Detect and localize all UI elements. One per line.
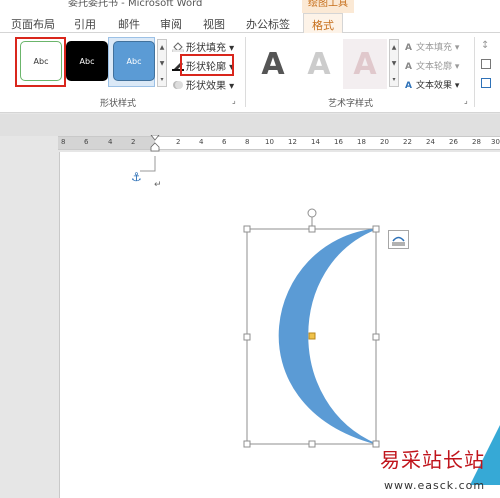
tab-page-layout[interactable]: 页面布局 [11, 16, 55, 32]
paint-bucket-icon [172, 42, 184, 52]
wordart-launcher-icon[interactable]: ⌟ [464, 96, 468, 105]
resize-handle[interactable] [243, 440, 251, 448]
rotation-handle-icon[interactable] [307, 208, 317, 218]
ruler-tick: 30 [491, 138, 500, 146]
wordart-style-1[interactable]: A [251, 39, 295, 89]
text-effects-label: 文本效果 [416, 81, 453, 91]
highlight-box-style [15, 37, 66, 87]
text-outline-icon: A [405, 62, 412, 72]
resize-handle[interactable] [308, 440, 316, 448]
ruler-tick: 22 [403, 138, 412, 146]
text-effects-icon: A [405, 81, 412, 91]
tab-mailings[interactable]: 邮件 [118, 16, 140, 32]
ribbon-tabs: 页面布局 引用 邮件 审阅 视图 办公标签 格式 [0, 13, 500, 34]
scroll-down-icon[interactable]: ▼ [158, 56, 166, 72]
ruler-tick: 2 [131, 138, 136, 146]
tab-office-tabs[interactable]: 办公标签 [246, 16, 290, 32]
tab-format[interactable]: 格式 [303, 13, 343, 34]
styles-gallery-scroll[interactable]: ▲ ▼ ▾ [157, 39, 167, 87]
layout-options-button[interactable] [388, 230, 409, 249]
more-icon[interactable]: ▾ [158, 72, 166, 88]
wordart-group-label: 艺术字样式 [328, 99, 374, 109]
ruler-tick: 6 [222, 138, 227, 146]
scroll-up-icon[interactable]: ▲ [158, 40, 166, 56]
tab-references[interactable]: 引用 [74, 16, 96, 32]
group-separator [474, 37, 475, 107]
text-fill-button[interactable]: A 文本填充 ▾ [405, 40, 459, 53]
create-link-icon[interactable] [481, 78, 491, 88]
shape-style-blue[interactable]: Abc [113, 41, 155, 81]
ruler-margin [58, 137, 155, 149]
horizontal-ruler[interactable]: 8 6 4 2 2 4 6 8 10 12 14 16 18 20 22 24 … [58, 136, 500, 150]
ruler-tick: 8 [245, 138, 250, 146]
shape-styles-group-label: 形状样式 [100, 99, 137, 109]
more-icon[interactable]: ▾ [390, 72, 398, 88]
resize-handle[interactable] [372, 440, 380, 448]
text-fill-label: 文本填充 [416, 43, 453, 53]
shape-style-black[interactable]: Abc [66, 41, 108, 81]
page-corner-mark [140, 156, 156, 172]
context-tab-label: 绘图工具 [302, 0, 354, 13]
watermark-url: www.easck.com [384, 479, 486, 492]
ruler-tick: 18 [357, 138, 366, 146]
shape-effects-button[interactable]: 形状效果 ▾ [172, 77, 234, 92]
watermark-text: 易采站长站 [380, 448, 485, 472]
ruler-tick: 10 [265, 138, 274, 146]
ruler-tick: 26 [449, 138, 458, 146]
resize-handle[interactable] [372, 225, 380, 233]
resize-handle[interactable] [372, 333, 380, 341]
group-separator [245, 37, 246, 107]
ruler-tick: 20 [380, 138, 389, 146]
shape-effects-label: 形状效果 [186, 81, 226, 92]
shape-fill-label: 形状填充 [186, 43, 226, 54]
highlight-box-outline [180, 54, 234, 76]
moon-fill[interactable] [278, 228, 377, 445]
tab-review[interactable]: 审阅 [160, 16, 182, 32]
ruler-tick: 28 [472, 138, 481, 146]
resize-handle[interactable] [243, 225, 251, 233]
ruler-tick: 24 [426, 138, 435, 146]
ruler-tick: 6 [84, 138, 89, 146]
shape-styles-launcher-icon[interactable]: ⌟ [232, 96, 236, 105]
ruler-tick: 4 [108, 138, 113, 146]
ribbon: Abc Abc Abc ▲ ▼ ▾ 形状填充 ▾ 形状轮廓 ▾ 形状效果 ▾ 形… [0, 33, 500, 113]
text-fill-icon: A [405, 43, 412, 53]
text-effects-button[interactable]: A 文本效果 ▾ [405, 78, 459, 91]
wordart-style-3[interactable]: A [343, 39, 387, 89]
ruler-area [0, 114, 500, 136]
ruler-tick: 14 [311, 138, 320, 146]
moon-shape[interactable] [240, 205, 390, 455]
ruler-tick: 4 [199, 138, 204, 146]
scroll-up-icon[interactable]: ▲ [390, 40, 398, 56]
align-text-icon[interactable] [481, 59, 491, 69]
ruler-tick: 16 [334, 138, 343, 146]
wordart-style-2[interactable]: A [297, 39, 341, 89]
anchor-icon[interactable]: ⚓ [131, 170, 142, 184]
ruler-tick: 12 [288, 138, 297, 146]
adjust-handle[interactable] [308, 332, 316, 340]
shape-fill-button[interactable]: 形状填充 ▾ [172, 39, 234, 54]
resize-handle[interactable] [308, 225, 316, 233]
wordart-gallery-scroll[interactable]: ▲ ▼ ▾ [389, 39, 399, 87]
ruler-tick: 8 [61, 138, 66, 146]
effects-icon [173, 81, 183, 89]
window-title: 委托委托书 - Microsoft Word [68, 0, 203, 9]
title-bar: 委托委托书 - Microsoft Word 绘图工具 [0, 0, 500, 13]
tab-view[interactable]: 视图 [203, 16, 225, 32]
layout-options-icon [392, 236, 405, 246]
scroll-down-icon[interactable]: ▼ [390, 56, 398, 72]
resize-handle[interactable] [243, 333, 251, 341]
paragraph-mark: ↵ [154, 180, 162, 190]
text-direction-icon[interactable]: ↕ [481, 40, 489, 51]
ruler-tick: 2 [176, 138, 181, 146]
text-outline-label: 文本轮廓 [416, 62, 453, 72]
text-outline-button[interactable]: A 文本轮廓 ▾ [405, 59, 459, 72]
